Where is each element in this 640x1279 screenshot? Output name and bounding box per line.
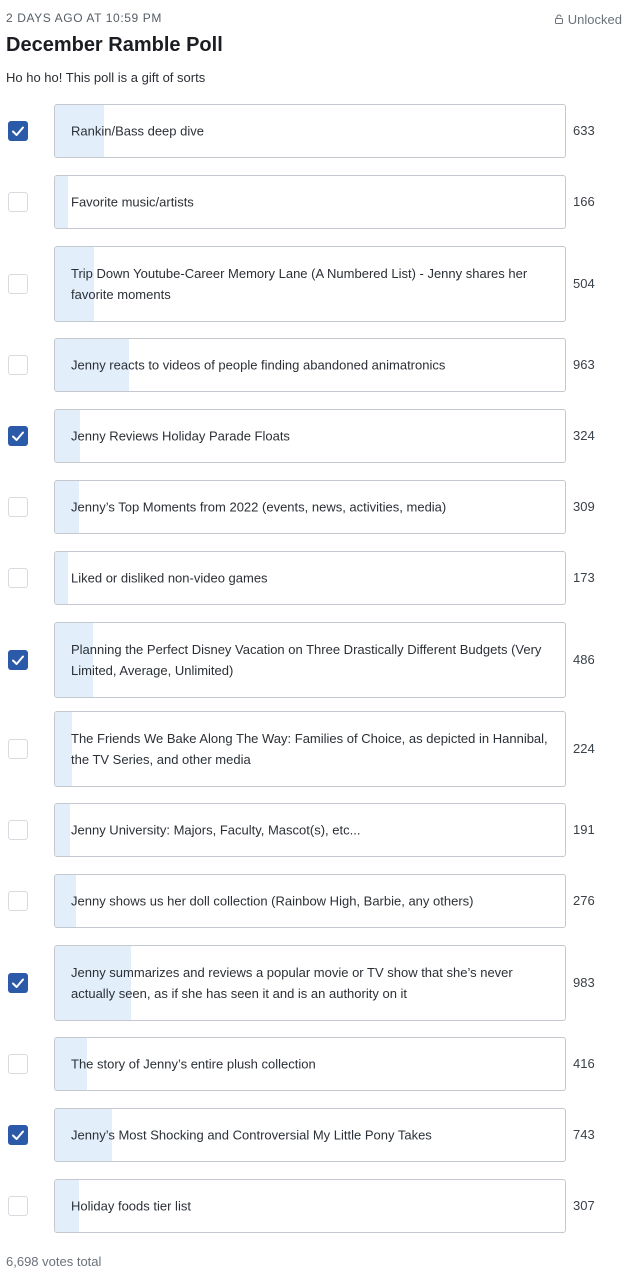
option-checkbox[interactable] (8, 739, 28, 759)
option-checkbox[interactable] (8, 568, 28, 588)
total-votes: 6,698 votes total (6, 1254, 102, 1269)
option-vote-count: 416 (573, 1056, 595, 1071)
option-label: Liked or disliked non-video games (71, 570, 268, 586)
option-vote-count: 324 (573, 428, 595, 443)
option-label: The Friends We Bake Along The Way: Famil… (71, 731, 548, 767)
option-vote-count: 307 (573, 1198, 595, 1213)
option-vote-count: 224 (573, 741, 595, 756)
poll-option[interactable]: The story of Jenny’s entire plush collec… (0, 1037, 640, 1091)
option-checkbox[interactable] (8, 426, 28, 446)
option-result-bar[interactable]: Jenny’s Most Shocking and Controversial … (54, 1108, 566, 1162)
option-result-bar[interactable]: Jenny reacts to videos of people finding… (54, 338, 566, 392)
option-checkbox[interactable] (8, 274, 28, 294)
vote-share-fill (55, 176, 68, 228)
checkmark-icon (12, 978, 24, 988)
option-result-bar[interactable]: Jenny summarizes and reviews a popular m… (54, 945, 566, 1021)
option-label: Jenny University: Majors, Faculty, Masco… (71, 822, 361, 838)
option-result-bar[interactable]: Jenny Reviews Holiday Parade Floats (54, 409, 566, 463)
lock-status: Unlocked (554, 12, 622, 27)
poll-option[interactable]: Jenny’s Most Shocking and Controversial … (0, 1108, 640, 1162)
checkmark-icon (12, 1130, 24, 1140)
option-vote-count: 983 (573, 975, 595, 990)
option-vote-count: 963 (573, 357, 595, 372)
poll-title: December Ramble Poll (6, 34, 223, 56)
option-vote-count: 309 (573, 499, 595, 514)
poll-option[interactable]: Jenny summarizes and reviews a popular m… (0, 945, 640, 1021)
vote-share-fill (55, 712, 73, 786)
poll-timestamp: 2 DAYS AGO AT 10:59 PM (6, 11, 162, 25)
poll-option[interactable]: Planning the Perfect Disney Vacation on … (0, 622, 640, 698)
option-checkbox[interactable] (8, 1054, 28, 1074)
option-result-bar[interactable]: Liked or disliked non-video games (54, 551, 566, 605)
option-label: The story of Jenny’s entire plush collec… (71, 1056, 316, 1072)
option-result-bar[interactable]: Jenny University: Majors, Faculty, Masco… (54, 803, 566, 857)
option-vote-count: 743 (573, 1127, 595, 1142)
poll-option[interactable]: Jenny University: Majors, Faculty, Masco… (0, 803, 640, 857)
poll-option[interactable]: The Friends We Bake Along The Way: Famil… (0, 711, 640, 787)
option-checkbox[interactable] (8, 891, 28, 911)
poll-option[interactable]: Liked or disliked non-video games 173 (0, 551, 640, 605)
option-result-bar[interactable]: Jenny’s Top Moments from 2022 (events, n… (54, 480, 566, 534)
poll-option[interactable]: Favorite music/artists 166 (0, 175, 640, 229)
lock-label: Unlocked (567, 12, 622, 27)
option-label: Jenny’s Top Moments from 2022 (events, n… (71, 499, 447, 515)
option-checkbox[interactable] (8, 121, 28, 141)
poll-subtitle: Ho ho ho! This poll is a gift of sorts (6, 70, 206, 85)
option-checkbox[interactable] (8, 820, 28, 840)
option-label: Planning the Perfect Disney Vacation on … (71, 642, 542, 678)
option-vote-count: 486 (573, 652, 595, 667)
vote-share-fill (55, 804, 70, 856)
option-label: Jenny Reviews Holiday Parade Floats (71, 428, 290, 444)
option-checkbox[interactable] (8, 497, 28, 517)
poll-option[interactable]: Jenny’s Top Moments from 2022 (events, n… (0, 480, 640, 534)
vote-share-fill (55, 552, 69, 604)
option-checkbox[interactable] (8, 1125, 28, 1145)
poll-option[interactable]: Trip Down Youtube-Career Memory Lane (A … (0, 246, 640, 322)
option-vote-count: 166 (573, 194, 595, 209)
poll-option[interactable]: Jenny shows us her doll collection (Rain… (0, 874, 640, 928)
option-label: Holiday foods tier list (71, 1198, 191, 1214)
option-checkbox[interactable] (8, 355, 28, 375)
option-result-bar[interactable]: Jenny shows us her doll collection (Rain… (54, 874, 566, 928)
option-label: Jenny’s Most Shocking and Controversial … (71, 1127, 432, 1143)
option-checkbox[interactable] (8, 973, 28, 993)
poll-option[interactable]: Jenny reacts to videos of people finding… (0, 338, 640, 392)
option-checkbox[interactable] (8, 650, 28, 670)
option-result-bar[interactable]: The story of Jenny’s entire plush collec… (54, 1037, 566, 1091)
option-label: Rankin/Bass deep dive (71, 123, 204, 139)
option-label: Jenny summarizes and reviews a popular m… (71, 965, 513, 1001)
option-result-bar[interactable]: Holiday foods tier list (54, 1179, 566, 1233)
checkmark-icon (12, 126, 24, 136)
option-checkbox[interactable] (8, 1196, 28, 1216)
option-vote-count: 633 (573, 123, 595, 138)
checkmark-icon (12, 655, 24, 665)
option-result-bar[interactable]: Favorite music/artists (54, 175, 566, 229)
checkmark-icon (12, 431, 24, 441)
option-checkbox[interactable] (8, 192, 28, 212)
option-vote-count: 173 (573, 570, 595, 585)
option-result-bar[interactable]: The Friends We Bake Along The Way: Famil… (54, 711, 566, 787)
option-vote-count: 276 (573, 893, 595, 908)
poll-option[interactable]: Jenny Reviews Holiday Parade Floats 324 (0, 409, 640, 463)
option-result-bar[interactable]: Trip Down Youtube-Career Memory Lane (A … (54, 246, 566, 322)
option-vote-count: 504 (573, 276, 595, 291)
lock-icon (554, 12, 563, 27)
poll-option[interactable]: Holiday foods tier list 307 (0, 1179, 640, 1233)
option-result-bar[interactable]: Rankin/Bass deep dive (54, 104, 566, 158)
option-label: Jenny reacts to videos of people finding… (71, 357, 446, 373)
poll-option[interactable]: Rankin/Bass deep dive 633 (0, 104, 640, 158)
option-vote-count: 191 (573, 822, 595, 837)
option-label: Favorite music/artists (71, 194, 194, 210)
option-label: Jenny shows us her doll collection (Rain… (71, 893, 474, 909)
option-label: Trip Down Youtube-Career Memory Lane (A … (71, 266, 528, 302)
option-result-bar[interactable]: Planning the Perfect Disney Vacation on … (54, 622, 566, 698)
